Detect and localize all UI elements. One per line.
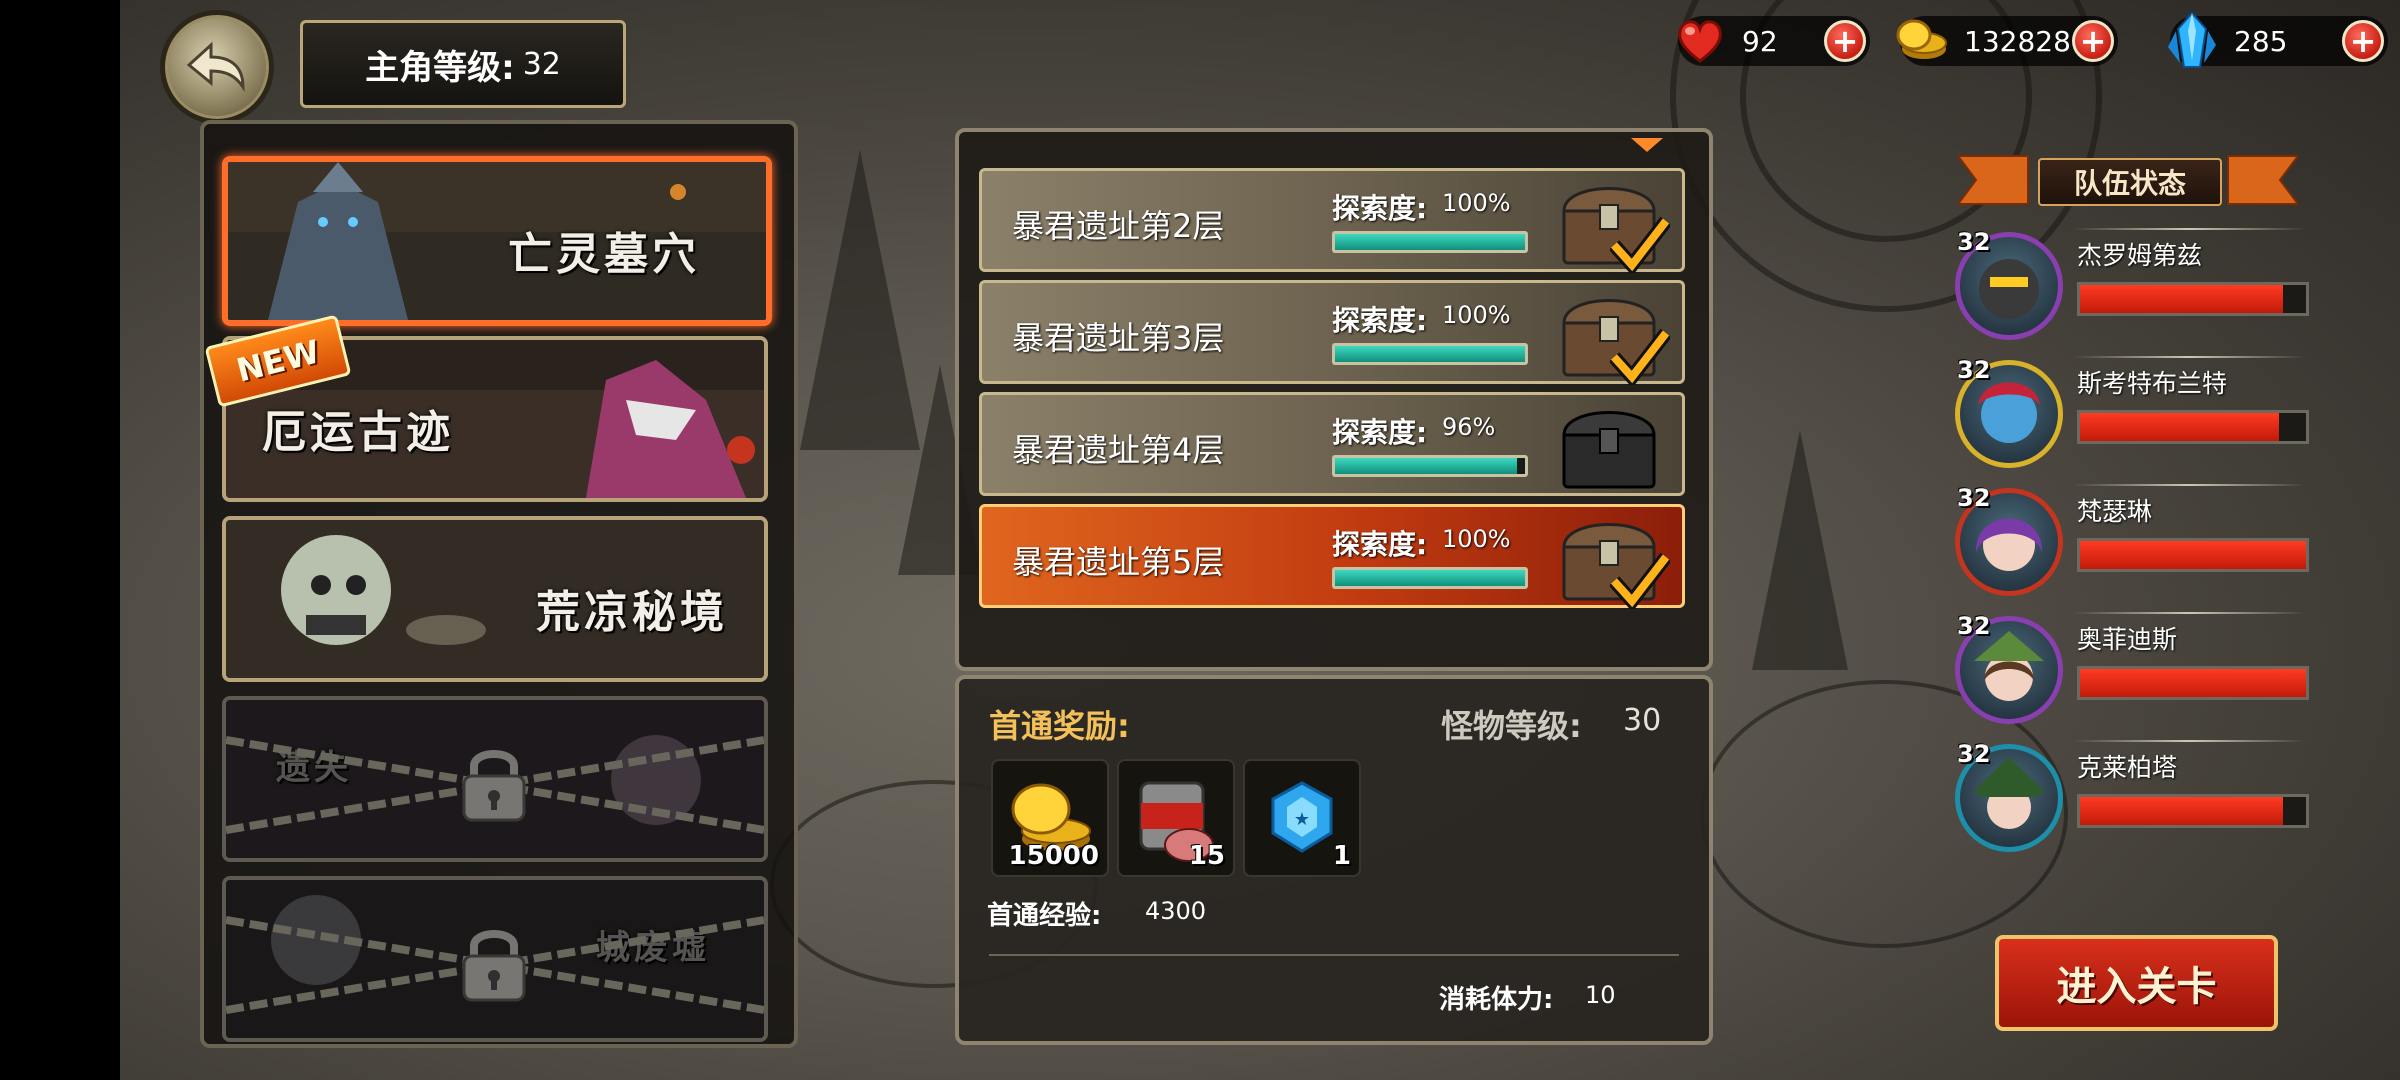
- team-member[interactable]: 32 杰罗姆第兹: [1955, 228, 2315, 347]
- gold-resource: 132828 +: [1896, 16, 2118, 66]
- team-status-banner: 队伍状态: [1958, 148, 2298, 212]
- floor-row[interactable]: 暴君遗址第3层 探索度: 100%: [979, 280, 1685, 385]
- checkmark-icon: [1610, 216, 1670, 273]
- padlock-icon: [462, 750, 526, 822]
- explore-progress-bar: [1332, 455, 1528, 477]
- monster-level-value: 30: [1623, 703, 1662, 738]
- stamina-resource: 92 +: [1678, 16, 1870, 66]
- explore-progress-bar: [1332, 231, 1528, 253]
- member-name: 梵瑟琳: [2077, 497, 2153, 526]
- first-clear-exp-label: 首通经验:: [987, 901, 1102, 931]
- hp-bar: [2077, 410, 2309, 444]
- team-status-title: 队伍状态: [2038, 158, 2222, 206]
- checkmark-icon: [1610, 328, 1670, 385]
- dungeon-name: 亡灵墓穴: [508, 229, 700, 280]
- floor-name: 暴君遗址第3层: [1012, 319, 1225, 357]
- explore-percent: 100%: [1442, 301, 1511, 329]
- member-level: 32: [1957, 612, 1991, 640]
- player-level-value: 32: [522, 46, 561, 82]
- monster-level-label: 怪物等级:: [1441, 707, 1582, 745]
- first-clear-exp-value: 4300: [1145, 897, 1207, 925]
- hp-bar: [2077, 794, 2309, 828]
- divider: [2073, 228, 2305, 230]
- dungeon-card-locked-2[interactable]: 城废墟: [222, 876, 768, 1042]
- explore-label: 探索度:: [1332, 192, 1428, 225]
- divider: [2073, 612, 2305, 614]
- reward-panel: 首通奖励: 怪物等级: 30 15000 15 ★ 1 首通经验: 4300 消…: [955, 675, 1713, 1045]
- floor-list-panel: 暴君遗址第2层 探索度: 100% 暴君遗址第3层 探索度: 100% 暴君遗址…: [955, 128, 1713, 671]
- reward-qty: 1: [1332, 841, 1351, 871]
- back-arrow-icon: [186, 41, 245, 92]
- explore-percent: 100%: [1442, 525, 1511, 553]
- hp-bar: [2077, 538, 2309, 572]
- player-level-box: 主角等级: 32: [300, 20, 626, 108]
- add-stamina-button[interactable]: +: [1824, 20, 1866, 62]
- floor-row[interactable]: 暴君遗址第4层 探索度: 96%: [979, 392, 1685, 496]
- explore-label: 探索度:: [1332, 304, 1428, 337]
- member-name: 奥菲迪斯: [2077, 625, 2178, 654]
- enter-stage-button[interactable]: 进入关卡: [1995, 935, 2278, 1031]
- dungeon-name: 荒凉秘境: [536, 587, 728, 638]
- dungeon-list-panel: 亡灵墓穴 厄运古迹 荒凉秘境 遗失 城废墟: [200, 120, 798, 1048]
- stamina-value: 92: [1742, 24, 1778, 58]
- stamina-cost-label: 消耗体力:: [1439, 985, 1554, 1015]
- floor-name: 暴君遗址第4层: [1012, 431, 1225, 469]
- add-gem-button[interactable]: +: [2342, 20, 2384, 62]
- team-member[interactable]: 32 斯考特布兰特: [1955, 356, 2315, 475]
- floor-row-selected[interactable]: 暴君遗址第5层 探索度: 100%: [979, 504, 1685, 609]
- team-member[interactable]: 32 克莱柏塔: [1955, 740, 2315, 859]
- back-button[interactable]: [160, 10, 274, 124]
- dungeon-card-desolate-realm[interactable]: 荒凉秘境: [222, 516, 768, 682]
- heart-icon: [1670, 10, 1730, 70]
- member-level: 32: [1957, 356, 1991, 384]
- blue-crystal-icon: [2162, 10, 2222, 70]
- floor-row[interactable]: 暴君遗址第2层 探索度: 100%: [979, 168, 1685, 273]
- reward-item-meat[interactable]: 15: [1117, 759, 1235, 877]
- member-name: 杰罗姆第兹: [2077, 241, 2203, 270]
- floor-name: 暴君遗址第2层: [1012, 207, 1225, 245]
- locked-chest-icon: [1562, 411, 1656, 489]
- player-level-label: 主角等级:: [365, 47, 515, 88]
- divider: [2073, 484, 2305, 486]
- gem-resource: 285 +: [2168, 11, 2388, 68]
- dungeon-card-tomb[interactable]: 亡灵墓穴: [222, 156, 772, 326]
- explore-percent: 96%: [1442, 413, 1496, 441]
- map-mountain: [1752, 430, 1848, 670]
- team-member[interactable]: 32 梵瑟琳: [1955, 484, 2315, 603]
- divider: [2073, 356, 2305, 358]
- member-level: 32: [1957, 740, 1991, 768]
- dungeon-card-locked-1[interactable]: 遗失: [222, 696, 768, 862]
- svg-text:★: ★: [1294, 809, 1310, 830]
- add-gold-button[interactable]: +: [2072, 20, 2114, 62]
- reward-item-gold[interactable]: 15000: [991, 759, 1109, 877]
- reward-qty: 15: [1188, 841, 1225, 871]
- gold-value: 132828: [1964, 24, 2071, 58]
- member-level: 32: [1957, 228, 1991, 256]
- padlock-icon: [462, 930, 526, 1002]
- explore-label: 探索度:: [1332, 528, 1428, 561]
- member-name: 克莱柏塔: [2077, 753, 2178, 782]
- divider: [989, 954, 1679, 956]
- reward-item-gem[interactable]: ★ 1: [1243, 759, 1361, 877]
- explore-percent: 100%: [1442, 189, 1511, 217]
- gem-value: 285: [2234, 24, 2288, 58]
- explore-progress-bar: [1332, 343, 1528, 365]
- member-level: 32: [1957, 484, 1991, 512]
- divider: [2073, 740, 2305, 742]
- team-member[interactable]: 32 奥菲迪斯: [1955, 612, 2315, 731]
- hp-bar: [2077, 282, 2309, 316]
- reward-qty: 15000: [1008, 841, 1099, 871]
- checkmark-icon: [1610, 552, 1670, 609]
- explore-progress-bar: [1332, 567, 1528, 589]
- hp-bar: [2077, 666, 2309, 700]
- member-name: 斯考特布兰特: [2077, 369, 2228, 398]
- floor-name: 暴君遗址第5层: [1012, 543, 1225, 581]
- scroll-up-arrow-icon[interactable]: [1631, 138, 1663, 152]
- dungeon-name: 厄运古迹: [262, 407, 454, 458]
- first-clear-reward-title: 首通奖励:: [989, 707, 1130, 745]
- gold-coin-icon: [1892, 10, 1952, 70]
- explore-label: 探索度:: [1332, 416, 1428, 449]
- stamina-cost-value: 10: [1585, 981, 1616, 1009]
